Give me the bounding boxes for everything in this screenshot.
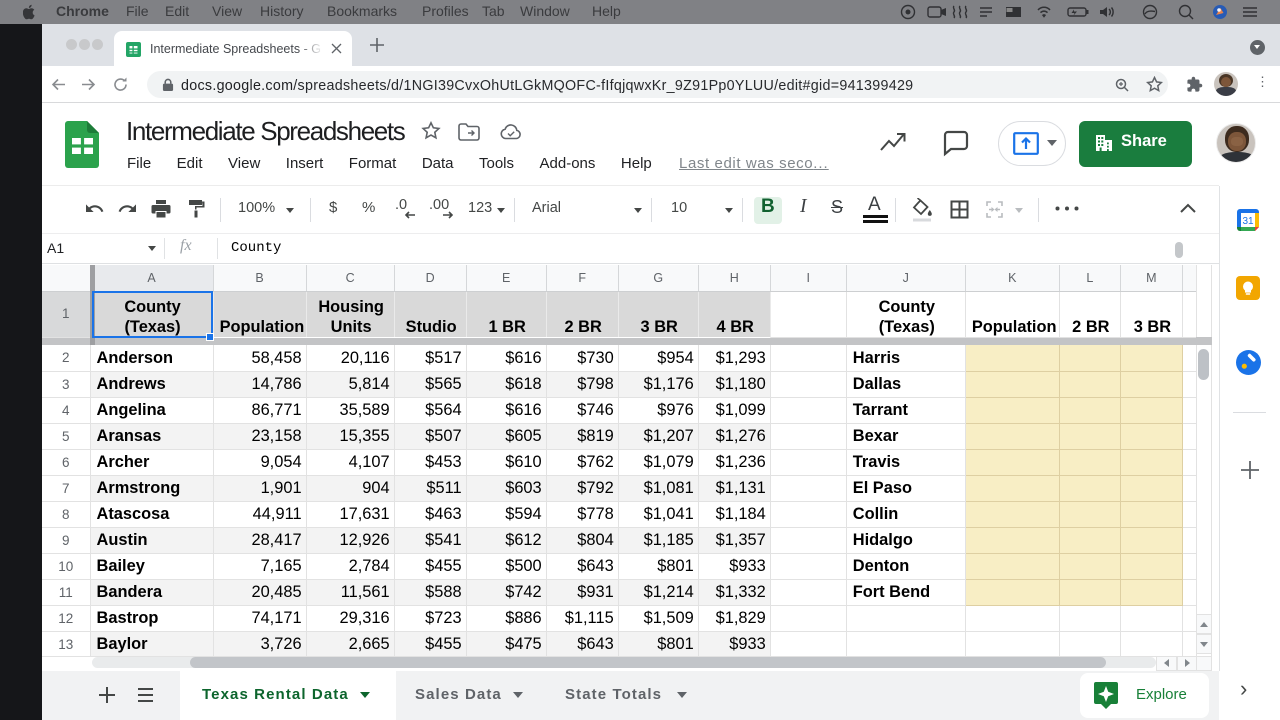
svg-text:31: 31 xyxy=(1242,216,1254,227)
